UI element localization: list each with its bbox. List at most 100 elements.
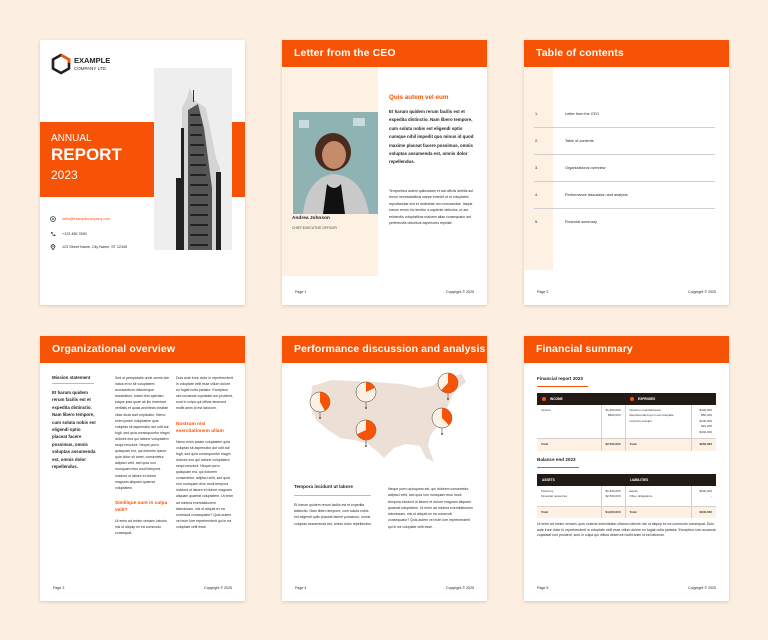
- copyright: Copyright © 2025: [445, 586, 474, 590]
- performance-analysis-page[interactable]: Performance discussion and analysis Temp…: [282, 336, 487, 601]
- page-title: Performance discussion and analysis: [282, 336, 487, 363]
- income-total: $2,500,000: [600, 438, 626, 451]
- email-icon: [50, 216, 56, 222]
- assets-total-label: Total: [537, 505, 601, 518]
- page-title: Organizational overview: [40, 336, 245, 363]
- page-number: Page 3: [53, 586, 65, 590]
- phone-number: +123 456 7890: [62, 232, 87, 236]
- heading-underline: [537, 386, 588, 387]
- toc-item-label[interactable]: Table of contents: [565, 139, 594, 143]
- heading-underline: [52, 383, 94, 384]
- location-pin-icon: [50, 244, 56, 250]
- copyright: Copyright © 2025: [203, 586, 232, 590]
- toc-item-number: 4.: [535, 193, 539, 197]
- section-text: Et harum quidem rerum facilis est et exp…: [294, 503, 372, 526]
- copyright: Copyright © 2025: [687, 290, 716, 294]
- liabilities-total: $640,000: [690, 505, 716, 518]
- company-subtitle: COMPANY LTD.: [74, 66, 108, 71]
- page-number: Page 4: [295, 586, 307, 590]
- column-text: Duis aute irure dolor in reprehenderit i…: [176, 376, 234, 411]
- toc-item-number: 5.: [535, 220, 539, 224]
- assets-values: $1,500,000 $2,500,000: [600, 486, 626, 506]
- expenses-bullet-icon: [630, 397, 635, 402]
- report-heading: Financial report 2023: [537, 376, 583, 381]
- liabilities-total-label: Total: [624, 505, 692, 518]
- expenses-values: $400,000 $50,000 $140,000 $20,000 $340,000: [690, 405, 716, 439]
- assets-liabilities-table: ASSETS LIABILITIES Inventory Financial re…: [537, 474, 716, 518]
- cover-title-annual: ANNUAL: [51, 133, 92, 144]
- letter-heading: Quis autem vel eum: [389, 94, 449, 101]
- mission-heading: Mission statement: [52, 375, 91, 380]
- assets-total: $4,000,000: [600, 505, 626, 518]
- assets-header: ASSETS: [537, 474, 626, 486]
- toc-item-number: 3.: [535, 166, 539, 170]
- income-total-label: Total: [537, 438, 601, 451]
- email-link[interactable]: hello@examplecompany.com: [62, 217, 110, 221]
- toc-item-label[interactable]: Organizational overview: [565, 166, 606, 170]
- expenses-labels: Nostrum exercitationem Reprehenderit qui …: [624, 405, 692, 439]
- totals-row: Total $2,500,000 Total $950,000: [537, 438, 716, 451]
- cover-title-report: REPORT: [51, 145, 122, 164]
- text-column-3: Duis aute irure dolor in reprehenderit i…: [176, 375, 234, 530]
- toc-item[interactable]: 2. Table of contents: [534, 128, 715, 155]
- financial-summary-page[interactable]: Financial summary Financial report 2023 …: [524, 336, 729, 601]
- income-bullet-icon: [542, 397, 546, 402]
- heading-underline: [537, 467, 579, 468]
- toc-item[interactable]: 5. Financial summary: [534, 209, 715, 236]
- hexagon-logo-icon: [51, 53, 71, 75]
- ceo-role: CHIEF EXECUTIVE OFFICER: [292, 226, 337, 230]
- table-of-contents-page[interactable]: Table of contents 1. Letter from the CEO…: [524, 40, 729, 305]
- column-text: Ut enim ad minim veniam, laboris nisi ut…: [115, 518, 167, 535]
- mission-column: Mission statement Et harum quidem rerum …: [52, 374, 96, 470]
- toc-item-label[interactable]: Financial summary: [565, 220, 597, 224]
- expenses-header: EXPENSES: [625, 393, 716, 405]
- toc-item[interactable]: 3. Organizational overview: [534, 155, 715, 182]
- assets-labels: Inventory Financial resources: [541, 489, 568, 499]
- liabilities-header: LIABILITIES: [625, 474, 716, 486]
- letter-lead-text: Et harum quidem rerum facilis est et exp…: [389, 109, 474, 165]
- toc-item-number: 1.: [535, 112, 539, 116]
- contact-phone: +123 456 7890: [50, 231, 87, 237]
- heading-underline: [294, 495, 371, 496]
- page-number: Page 1: [295, 290, 307, 294]
- map-pie-pin-east[interactable]: [431, 407, 453, 435]
- totals-row: Total $4,000,000 Total $640,000: [537, 505, 716, 518]
- contact-email[interactable]: hello@examplecompany.com: [50, 216, 110, 222]
- column-subheading: Nostrum nisi exercitationem ullam: [176, 421, 224, 434]
- expenses-total: $950,000: [690, 438, 716, 451]
- copyright: Copyright © 2025: [687, 586, 716, 590]
- toc-item-label[interactable]: Letter from the CEO: [565, 112, 599, 116]
- column-subheading: Similique sunt in culpa velit?: [115, 500, 168, 513]
- address-text: 123 Street Name, City Name, ST 12345: [62, 245, 128, 249]
- cover-page[interactable]: EXAMPLE COMPANY LTD. ANNUAL REPORT 2023 …: [40, 40, 245, 305]
- toc-item-number: 2.: [535, 139, 539, 143]
- text-column-2: Sed ut perspiciatis unde omnis iste natu…: [115, 375, 170, 536]
- toc-item[interactable]: 1. Letter from the CEO: [534, 101, 715, 128]
- company-name: EXAMPLE: [74, 56, 111, 65]
- liabilities-labels: Equity Other obligations: [624, 486, 692, 506]
- skyscraper-photo: [154, 68, 232, 250]
- section-heading: Tempora incidunt ut labore: [294, 484, 353, 489]
- income-values: $1,600,000 $900,000: [600, 405, 626, 439]
- page-title: Financial summary: [524, 336, 729, 363]
- toc-item[interactable]: 4. Performance discussion and analysis: [534, 182, 715, 209]
- liabilities-values: $640,000-: [690, 486, 716, 506]
- income-expenses-table: INCOME EXPENSES Income $1,600,000 $900,00…: [537, 393, 716, 451]
- ceo-portrait-photo: [293, 112, 378, 214]
- copyright: Copyright © 2025: [445, 290, 474, 294]
- page-title: Letter from the CEO: [282, 40, 487, 67]
- us-map: [309, 372, 466, 462]
- letter-body-text: Temporibus autem quibusdam et aut offici…: [389, 189, 474, 226]
- income-header: INCOME: [537, 393, 626, 405]
- expenses-total-label: Total: [624, 438, 692, 451]
- section-text: Neque porro quisquam est, qui dolorem co…: [388, 487, 473, 529]
- page-title: Table of contents: [524, 40, 729, 67]
- cover-year: 2023: [51, 168, 78, 182]
- title-band-right: [232, 122, 245, 197]
- column-text: Sed ut perspiciatis unde omnis iste natu…: [115, 376, 170, 490]
- balance-heading: Balance end 2023: [537, 457, 576, 462]
- mission-text: Et harum quidem rerum facilis est et exp…: [52, 390, 96, 470]
- organizational-overview-page[interactable]: Organizational overview Mission statemen…: [40, 336, 245, 601]
- ceo-letter-page[interactable]: Letter from the CEO Andrea Johnson CHIEF…: [282, 40, 487, 305]
- toc-item-label[interactable]: Performance discussion and analysis: [565, 193, 628, 197]
